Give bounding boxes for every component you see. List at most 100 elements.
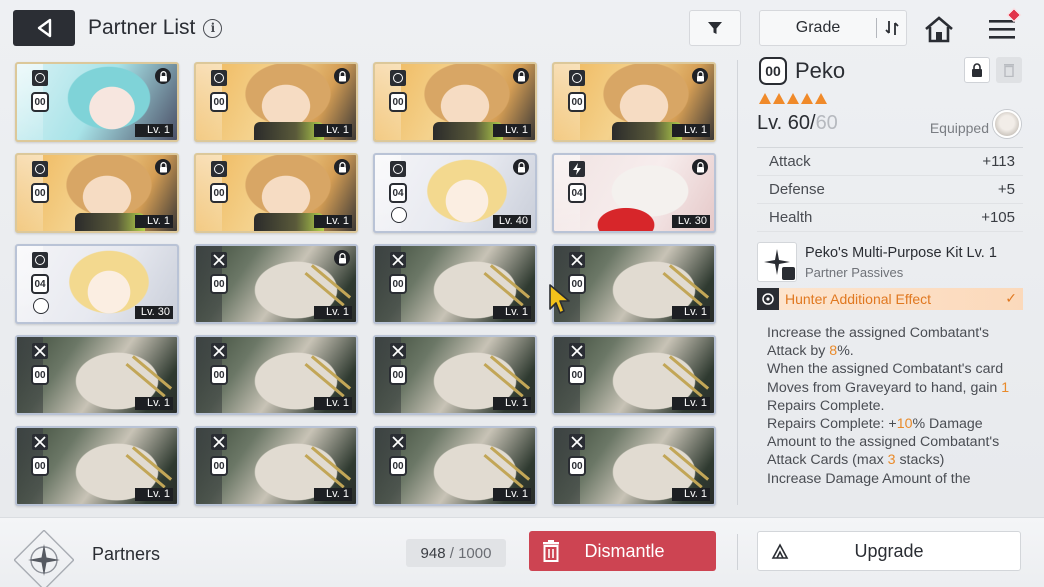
stat-value: +113 bbox=[982, 153, 1015, 170]
dismantle-label: Dismantle bbox=[584, 540, 665, 561]
stat-row: Health +105 bbox=[757, 204, 1023, 232]
sort-grade-button[interactable]: Grade bbox=[759, 10, 907, 46]
hunter-effect-bar[interactable]: Hunter Additional Effect ✓ bbox=[757, 288, 1023, 310]
card-level: Lv. 1 bbox=[135, 215, 173, 228]
level-max: 60 bbox=[815, 112, 838, 134]
card-cost-badge: 00 bbox=[210, 456, 228, 476]
filter-button[interactable] bbox=[689, 10, 741, 46]
partner-card[interactable]: 00 Lv. 1 bbox=[194, 153, 358, 233]
menu-button[interactable] bbox=[985, 7, 1022, 46]
star-icon bbox=[773, 93, 785, 104]
footer-divider bbox=[737, 534, 738, 570]
partner-card[interactable]: 00 Lv. 1 bbox=[15, 335, 179, 415]
description-text: When the assigned Combatant's card Moves… bbox=[767, 361, 1004, 396]
highlight-value: 8 bbox=[829, 343, 838, 360]
ring-icon bbox=[211, 161, 227, 177]
rarity-stars bbox=[759, 93, 1023, 104]
dismantle-button[interactable]: Dismantle bbox=[529, 531, 716, 571]
lock-icon bbox=[513, 68, 529, 84]
ring-icon bbox=[390, 70, 406, 86]
lock-icon bbox=[155, 159, 171, 175]
partner-cost-badge: 00 bbox=[759, 57, 787, 85]
partner-card[interactable]: 00 Lv. 1 bbox=[552, 62, 716, 142]
card-level: Lv. 1 bbox=[672, 488, 710, 501]
partner-card[interactable]: 04 Lv. 30 bbox=[552, 153, 716, 233]
partner-card[interactable]: 00 Lv. 1 bbox=[194, 426, 358, 506]
character-badge-icon bbox=[391, 207, 407, 223]
hunter-effect-label: Hunter Additional Effect bbox=[785, 291, 932, 307]
description-line: Increase the assigned Combatant's Attack… bbox=[767, 324, 1023, 360]
sort-label: Grade bbox=[795, 19, 841, 36]
info-icon[interactable]: i bbox=[203, 18, 223, 38]
check-icon: ✓ bbox=[1005, 290, 1017, 306]
ring-icon bbox=[390, 161, 406, 177]
card-level: Lv. 1 bbox=[314, 397, 352, 410]
partner-card[interactable]: 00 Lv. 1 bbox=[552, 426, 716, 506]
ring-icon bbox=[32, 252, 48, 268]
swords-icon bbox=[32, 434, 48, 450]
card-cost-badge: 00 bbox=[389, 456, 407, 476]
stat-row: Attack +113 bbox=[757, 148, 1023, 176]
partner-card[interactable]: 00 Lv. 1 bbox=[373, 426, 537, 506]
partner-card[interactable]: 00 Lv. 1 bbox=[373, 244, 537, 324]
description-text: Increase Damage Amount of the assigned C… bbox=[767, 470, 991, 490]
swords-icon bbox=[211, 343, 227, 359]
swords-icon bbox=[569, 252, 585, 268]
partner-count-max: / 1000 bbox=[445, 544, 492, 562]
partner-card[interactable]: 00 Lv. 1 bbox=[15, 426, 179, 506]
card-cost-badge: 00 bbox=[31, 183, 49, 203]
partner-card[interactable]: 00 Lv. 1 bbox=[194, 335, 358, 415]
lock-icon bbox=[334, 159, 350, 175]
hamburger-menu-icon bbox=[989, 20, 1015, 39]
card-cost-badge: 00 bbox=[389, 365, 407, 385]
partner-detail-panel: 00 Peko Lv. 60/ 60 Equipped Attack +113 De… bbox=[757, 55, 1023, 490]
lock-icon bbox=[334, 68, 350, 84]
card-cost-badge: 00 bbox=[568, 92, 586, 112]
partner-card[interactable]: 00 Lv. 1 bbox=[552, 244, 716, 324]
lock-icon bbox=[513, 159, 529, 175]
delete-button[interactable] bbox=[996, 57, 1022, 83]
equipped-combatant-avatar[interactable] bbox=[993, 110, 1021, 138]
partner-card[interactable]: 00 Lv. 1 bbox=[194, 244, 358, 324]
star-icon bbox=[801, 93, 813, 104]
card-level: Lv. 1 bbox=[135, 488, 173, 501]
partner-card[interactable]: 00 Lv. 1 bbox=[552, 335, 716, 415]
panel-divider bbox=[737, 60, 738, 505]
partner-count: 948 / 1000 bbox=[406, 539, 506, 567]
partner-card[interactable]: 04 Lv. 40 bbox=[373, 153, 537, 233]
partner-card[interactable]: 00 Lv. 1 bbox=[194, 62, 358, 142]
passive-skill-icon[interactable] bbox=[757, 242, 797, 282]
partner-card[interactable]: 00 Lv. 1 bbox=[15, 62, 179, 142]
description-line: Increase Damage Amount of the assigned C… bbox=[767, 470, 1023, 490]
hunter-icon bbox=[757, 288, 779, 310]
home-button[interactable] bbox=[922, 12, 956, 46]
description-line: When the assigned Combatant's card Moves… bbox=[767, 360, 1023, 415]
card-cost-badge: 00 bbox=[568, 365, 586, 385]
character-badge-icon bbox=[33, 298, 49, 314]
description-line: Repairs Complete: +10% Damage Amount to … bbox=[767, 415, 1023, 470]
star-icon bbox=[787, 93, 799, 104]
card-level: Lv. 1 bbox=[314, 124, 352, 137]
card-level: Lv. 1 bbox=[672, 124, 710, 137]
swords-icon bbox=[211, 434, 227, 450]
upgrade-button[interactable]: Upgrade bbox=[757, 531, 1021, 571]
passive-text: Peko's Multi-Purpose Kit Lv. 1 Partner P… bbox=[805, 245, 997, 280]
partner-card[interactable]: 00 Lv. 1 bbox=[373, 62, 537, 142]
partner-card[interactable]: 00 Lv. 1 bbox=[15, 153, 179, 233]
star-icon bbox=[815, 93, 827, 104]
sort-order-toggle[interactable] bbox=[877, 19, 906, 37]
ring-icon bbox=[32, 70, 48, 86]
lock-icon bbox=[972, 62, 982, 77]
back-arrow-icon bbox=[37, 18, 52, 38]
card-level: Lv. 1 bbox=[493, 397, 531, 410]
partner-card[interactable]: 04 Lv. 30 bbox=[15, 244, 179, 324]
back-button[interactable] bbox=[13, 10, 75, 46]
stat-label: Attack bbox=[769, 153, 811, 170]
lock-toggle-button[interactable] bbox=[964, 57, 990, 83]
stat-row: Defense +5 bbox=[757, 176, 1023, 204]
card-cost-badge: 00 bbox=[210, 183, 228, 203]
partner-card[interactable]: 00 Lv. 1 bbox=[373, 335, 537, 415]
equipped-label: Equipped bbox=[929, 120, 989, 136]
swords-icon bbox=[390, 434, 406, 450]
card-level: Lv. 30 bbox=[672, 215, 710, 228]
